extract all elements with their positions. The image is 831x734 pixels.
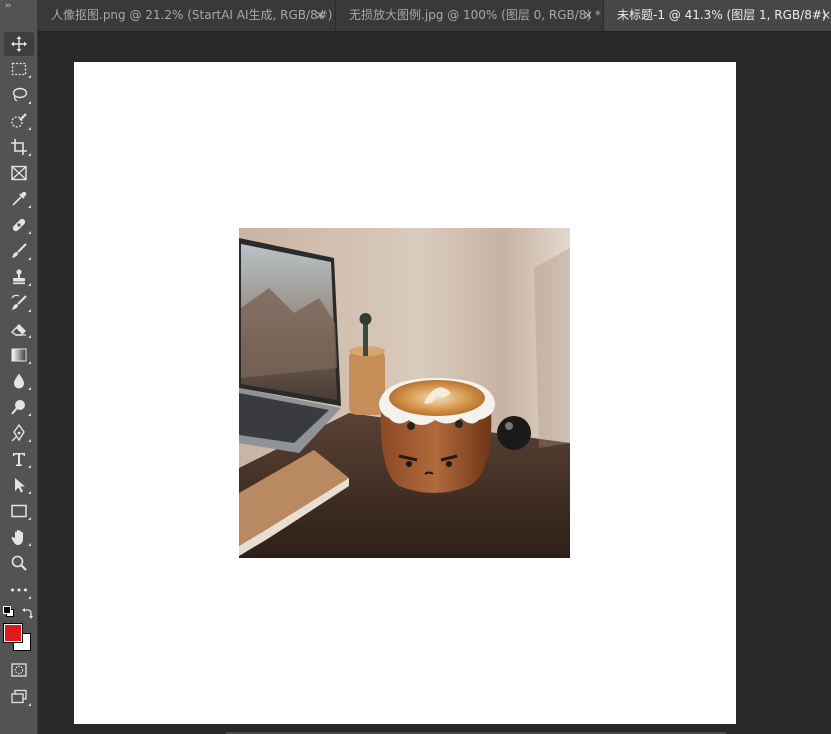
rectangle-tool[interactable] [4, 499, 34, 523]
foreground-color-swatch[interactable] [3, 623, 23, 643]
move-icon [11, 36, 27, 52]
brush-icon [12, 243, 27, 258]
quick-mask-icon [11, 663, 27, 677]
tab-label: 人像抠图.png @ 21.2% (StartAI AI生成, RGB/8#) … [51, 8, 336, 22]
tab-label: 未标题-1 @ 41.3% (图层 1, RGB/8#) * [617, 8, 831, 22]
rectangle-icon [11, 504, 27, 518]
hand-icon [11, 530, 23, 545]
eraser-icon [10, 324, 26, 336]
quick-mask-button[interactable] [4, 658, 34, 682]
close-icon[interactable]: × [315, 0, 325, 31]
eyedropper-icon [12, 191, 27, 206]
tab-lossless-upscale[interactable]: 无损放大图例.jpg @ 100% (图层 0, RGB/8) * × [336, 0, 604, 31]
dodge-icon [11, 400, 25, 415]
crop-tool[interactable] [4, 135, 34, 159]
tools-panel: ›› ••• [0, 0, 38, 734]
zoom-tool[interactable] [4, 551, 34, 575]
tab-untitled-1[interactable]: 未标题-1 @ 41.3% (图层 1, RGB/8#) * × [604, 0, 831, 31]
edit-toolbar-button[interactable]: ••• [4, 578, 34, 602]
move-tool[interactable] [4, 32, 34, 56]
screen-mode-button[interactable] [4, 685, 34, 709]
placed-image-coffee-mug[interactable] [239, 228, 570, 558]
panel-collapse-button[interactable]: ›› [0, 0, 38, 14]
hand-tool[interactable] [4, 525, 34, 549]
tab-label: 无损放大图例.jpg @ 100% (图层 0, RGB/8) * [349, 8, 601, 22]
gradient-icon [11, 348, 27, 362]
marquee-tool[interactable] [4, 57, 34, 81]
pen-tool[interactable] [4, 421, 34, 445]
eyedropper-tool[interactable] [4, 187, 34, 211]
arrow-icon [15, 478, 25, 493]
screen-mode-icon [11, 689, 27, 704]
stamp-icon [13, 269, 25, 285]
history-brush-icon [11, 294, 27, 310]
close-icon[interactable]: × [821, 0, 831, 31]
document-tab-bar: 人像抠图.png @ 21.2% (StartAI AI生成, RGB/8#) … [38, 0, 831, 32]
history-brush-tool[interactable] [4, 291, 34, 315]
crop-icon [11, 139, 27, 155]
document-canvas[interactable] [74, 62, 736, 724]
dodge-tool[interactable] [4, 395, 34, 419]
quick-selection-tool[interactable] [4, 109, 34, 133]
rect-marquee-icon [11, 62, 27, 76]
quick-select-icon [11, 113, 27, 128]
healing-brush-tool[interactable] [4, 213, 34, 237]
bandage-icon [12, 218, 26, 232]
frame-icon [11, 165, 27, 181]
drop-icon [14, 373, 24, 389]
type-tool[interactable] [4, 447, 34, 471]
lasso-icon [12, 87, 28, 102]
path-selection-tool[interactable] [4, 473, 34, 497]
canvas-area[interactable] [38, 32, 831, 734]
clone-stamp-tool[interactable] [4, 265, 34, 289]
eraser-tool[interactable] [4, 317, 34, 341]
lasso-tool[interactable] [4, 83, 34, 107]
default-colors-icon[interactable] [3, 606, 14, 617]
brush-tool[interactable] [4, 239, 34, 263]
blur-tool[interactable] [4, 369, 34, 393]
pen-icon [11, 424, 25, 442]
gradient-tool[interactable] [4, 343, 34, 367]
coffee-photo [239, 228, 570, 558]
swap-colors-icon[interactable] [21, 605, 33, 619]
close-icon[interactable]: × [583, 0, 593, 31]
frame-tool[interactable] [4, 161, 34, 185]
more-icon: ••• [9, 583, 29, 597]
tab-portrait-cutout[interactable]: 人像抠图.png @ 21.2% (StartAI AI生成, RGB/8#) … [38, 0, 336, 31]
zoom-icon [11, 555, 27, 571]
type-icon [13, 453, 25, 466]
